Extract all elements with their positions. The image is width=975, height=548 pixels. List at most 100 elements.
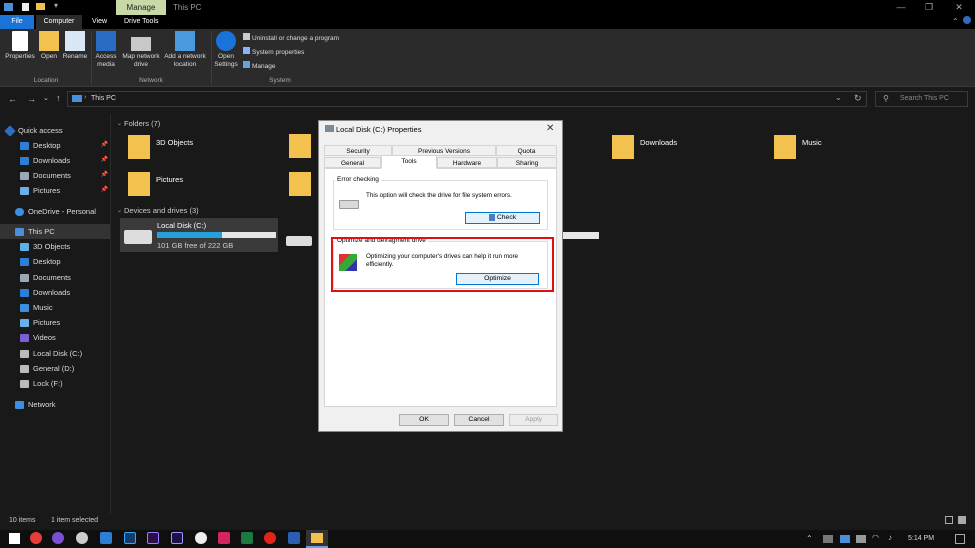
sidebar-item-this-pc[interactable]: This PC xyxy=(0,224,110,239)
add-network-location-button[interactable]: Add a network location xyxy=(162,31,208,69)
app-icon[interactable] xyxy=(76,532,88,544)
back-icon[interactable]: ← xyxy=(8,94,17,104)
start-icon[interactable] xyxy=(9,533,20,544)
uninstall-program-button[interactable]: Uninstall or change a program xyxy=(243,33,339,45)
tab-drive-tools[interactable]: Drive Tools xyxy=(117,15,166,29)
tray-icon[interactable] xyxy=(823,535,833,543)
pin-icon[interactable]: 📌 xyxy=(101,183,108,198)
manage-context-tab[interactable]: Manage xyxy=(116,0,166,15)
excel-icon[interactable] xyxy=(241,532,253,544)
tab-tools[interactable]: Tools xyxy=(381,155,437,169)
map-network-drive-button[interactable]: Map network drive xyxy=(120,31,162,69)
address-dropdown-icon[interactable]: ⌄ xyxy=(835,93,842,102)
cancel-button[interactable]: Cancel xyxy=(454,414,504,426)
sidebar-item-music[interactable]: Music xyxy=(20,300,53,315)
minimize-icon[interactable]: — xyxy=(887,0,915,15)
forward-icon[interactable]: → xyxy=(27,94,36,104)
sidebar-item-quick-access[interactable]: Quick access xyxy=(4,123,106,138)
clock[interactable]: 5:14 PM xyxy=(908,535,934,542)
properties-button[interactable]: Properties xyxy=(4,31,36,61)
quick-access-properties-icon[interactable] xyxy=(22,3,29,11)
manage-button[interactable]: Manage xyxy=(243,61,276,73)
pin-icon[interactable]: 📌 xyxy=(101,153,108,168)
collapse-devices-icon[interactable]: ⌄ xyxy=(117,207,122,214)
folder-music[interactable]: Music xyxy=(770,130,870,165)
drive-local-disk-c[interactable]: Local Disk (C:) 101 GB free of 222 GB xyxy=(120,218,278,252)
vscode-icon[interactable] xyxy=(100,532,112,544)
word-icon[interactable] xyxy=(288,532,300,544)
tab-view[interactable]: View xyxy=(85,15,114,29)
app-icon[interactable] xyxy=(52,532,64,544)
opera-icon[interactable] xyxy=(264,532,276,544)
sidebar-item-lock-f[interactable]: Lock (F:) xyxy=(20,376,63,391)
pin-icon[interactable]: 📌 xyxy=(101,138,108,153)
customize-chevron-icon[interactable]: ▾ xyxy=(54,1,58,10)
recent-locations-icon[interactable]: ⌄ xyxy=(43,94,49,102)
battery-icon[interactable] xyxy=(856,535,866,543)
details-view-icon[interactable] xyxy=(945,516,953,524)
sidebar-item-3d-objects[interactable]: 3D Objects xyxy=(20,239,70,254)
app-icon[interactable] xyxy=(30,532,42,544)
breadcrumb-chevron-icon[interactable]: › xyxy=(84,94,86,101)
after-effects-icon[interactable] xyxy=(171,532,183,544)
dialog-close-icon[interactable]: ✕ xyxy=(546,123,554,134)
sidebar-item-downloads[interactable]: Downloads 📌 xyxy=(20,153,108,168)
rename-button[interactable]: Rename xyxy=(62,31,88,61)
folder-icon[interactable] xyxy=(289,172,311,196)
sidebar-item-onedrive[interactable]: OneDrive - Personal xyxy=(15,204,110,219)
sidebar-item-desktop[interactable]: Desktop 📌 xyxy=(20,138,108,153)
maximize-icon[interactable]: ❐ xyxy=(915,0,943,15)
tab-general[interactable]: General xyxy=(324,157,381,168)
apply-button[interactable]: Apply xyxy=(509,414,558,426)
folder-pictures[interactable]: Pictures xyxy=(124,167,259,202)
access-media-button[interactable]: Access media xyxy=(93,31,119,69)
premiere-icon[interactable] xyxy=(147,532,159,544)
tray-chevron-icon[interactable]: ⌃ xyxy=(806,534,813,543)
close-icon[interactable]: ✕ xyxy=(945,0,973,15)
sidebar-item-pc-downloads[interactable]: Downloads xyxy=(20,285,70,300)
sidebar-item-pc-pictures[interactable]: Pictures xyxy=(20,315,60,330)
app-icon[interactable] xyxy=(195,532,207,544)
breadcrumb-path[interactable]: This PC xyxy=(91,95,116,102)
folders-header: Folders (7) xyxy=(124,119,161,128)
sidebar-item-local-disk-c[interactable]: Local Disk (C:) xyxy=(20,346,82,361)
photoshop-icon[interactable] xyxy=(124,532,136,544)
file-explorer-taskbar-button[interactable] xyxy=(306,530,328,548)
sidebar-item-pictures[interactable]: Pictures 📌 xyxy=(20,183,108,198)
ok-button[interactable]: OK xyxy=(399,414,449,426)
up-icon[interactable]: ↑ xyxy=(56,93,61,103)
wifi-icon[interactable]: ◠ xyxy=(872,533,879,542)
tab-computer[interactable]: Computer xyxy=(36,15,82,29)
tray-icon[interactable] xyxy=(840,535,850,543)
open-settings-button[interactable]: Open Settings xyxy=(213,31,239,69)
tab-file[interactable]: File xyxy=(0,15,34,29)
help-icon[interactable] xyxy=(963,16,971,24)
system-properties-button[interactable]: System properties xyxy=(243,47,304,59)
sidebar-item-pc-documents[interactable]: Documents xyxy=(20,270,71,285)
sidebar-item-pc-desktop[interactable]: Desktop xyxy=(20,254,61,269)
collapse-folders-icon[interactable]: ⌄ xyxy=(117,120,122,127)
check-button[interactable]: Check xyxy=(465,212,540,224)
refresh-icon[interactable]: ↻ xyxy=(854,93,862,104)
folder-icon[interactable] xyxy=(289,134,311,158)
open-button[interactable]: Open xyxy=(38,31,60,61)
sidebar-item-network[interactable]: Network xyxy=(15,397,56,412)
folder-3d-objects[interactable]: 3D Objects xyxy=(124,130,259,165)
folder-downloads[interactable]: Downloads xyxy=(608,130,748,165)
drive-icon[interactable] xyxy=(286,236,312,246)
pin-icon[interactable]: 📌 xyxy=(101,168,108,183)
tab-quota[interactable]: Quota xyxy=(496,145,557,156)
volume-icon[interactable]: ♪ xyxy=(888,533,892,542)
tab-hardware[interactable]: Hardware xyxy=(437,157,497,168)
sidebar-item-general-d[interactable]: General (D:) xyxy=(20,361,74,376)
large-icons-view-icon[interactable] xyxy=(958,516,966,524)
new-folder-icon[interactable] xyxy=(36,3,45,10)
notifications-icon[interactable] xyxy=(955,534,965,544)
tab-sharing[interactable]: Sharing xyxy=(497,157,557,168)
app-icon[interactable] xyxy=(218,532,230,544)
ribbon-collapse-icon[interactable]: ⌃ xyxy=(952,17,959,26)
sidebar-item-videos[interactable]: Videos xyxy=(20,330,56,345)
address-bar[interactable] xyxy=(67,91,867,107)
search-input[interactable]: Search This PC xyxy=(900,95,949,102)
sidebar-item-documents[interactable]: Documents 📌 xyxy=(20,168,108,183)
